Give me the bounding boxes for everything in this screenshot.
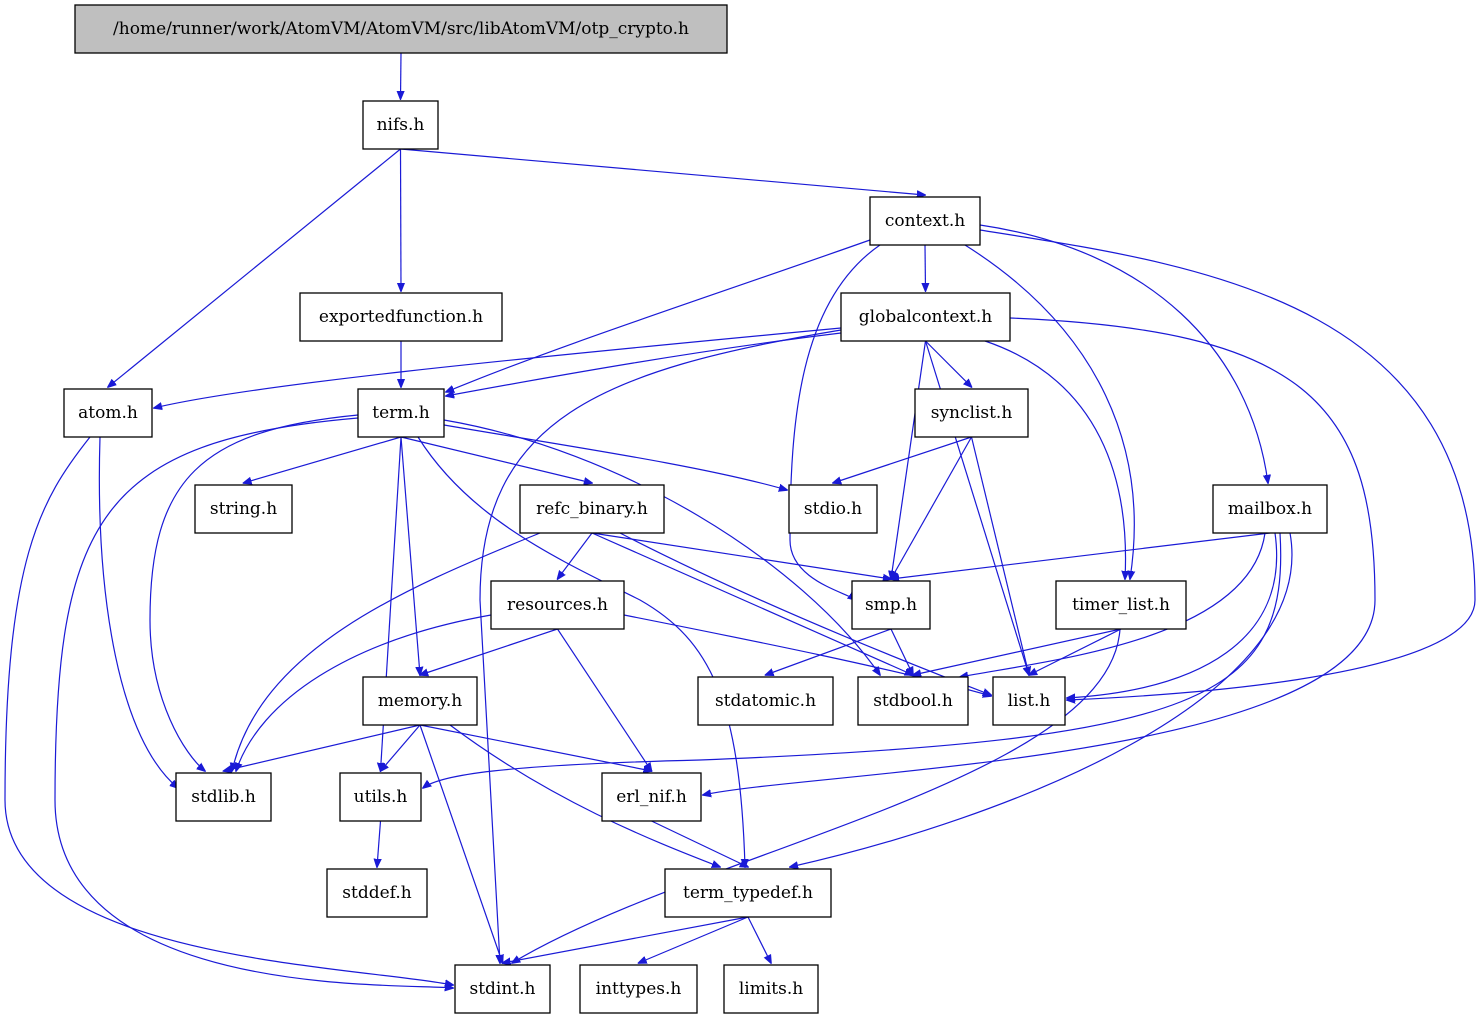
node-label: term_typedef.h [683, 883, 813, 903]
node-label: /home/runner/work/AtomVM/AtomVM/src/libA… [113, 19, 689, 39]
edge-timer_list-to-list [1029, 628, 1122, 675]
edge-resources-to-memory [420, 628, 558, 675]
edge-memory-to-utils [381, 724, 421, 771]
nodes: /home/runner/work/AtomVM/AtomVM/src/libA… [63, 4, 1328, 1014]
edge-term_typedef-to-stdint [503, 916, 749, 963]
edge-smp-to-stdbool [890, 628, 913, 675]
node-label: nifs.h [377, 115, 425, 135]
edge-refc_binary-to-resources [558, 532, 593, 579]
node-context[interactable]: context.h [869, 196, 981, 246]
node-stdlib[interactable]: stdlib.h [175, 772, 272, 822]
node-term[interactable]: term.h [357, 388, 445, 438]
edge-utils-to-stddef [377, 820, 381, 867]
node-stdbool[interactable]: stdbool.h [857, 676, 969, 726]
node-string[interactable]: string.h [194, 484, 293, 534]
node-label: stdio.h [804, 499, 862, 519]
edge-memory-to-erl_nif [419, 724, 652, 771]
node-exportedfunction[interactable]: exportedfunction.h [299, 292, 503, 342]
node-label: stdint.h [469, 979, 535, 999]
edge-globalcontext-to-term [446, 332, 842, 396]
node-label: globalcontext.h [859, 307, 992, 327]
edge-term-to-stdio [443, 424, 787, 490]
node-stdint[interactable]: stdint.h [454, 964, 551, 1014]
node-stddef[interactable]: stddef.h [326, 868, 428, 918]
node-stdio[interactable]: stdio.h [788, 484, 878, 534]
edge-globalcontext-to-smp [891, 340, 927, 579]
edge-refc_binary-to-stdlib [232, 532, 541, 771]
node-label: timer_list.h [1072, 595, 1170, 615]
node-label: context.h [885, 211, 965, 231]
edge-nifs-to-atom [108, 148, 401, 387]
node-smp[interactable]: smp.h [851, 580, 931, 630]
edge-memory-to-stdint [419, 724, 503, 963]
node-label: list.h [1008, 691, 1051, 711]
edge-root-to-nifs [401, 52, 402, 99]
edge-globalcontext-to-stdint [479, 329, 842, 963]
edge-term-to-string [244, 436, 402, 483]
include-dependency-graph: /home/runner/work/AtomVM/AtomVM/src/libA… [4, 4, 1476, 1014]
edge-term_typedef-to-limits [747, 916, 771, 963]
node-memory[interactable]: memory.h [362, 676, 478, 726]
edge-atom-to-stdlib [98, 436, 178, 788]
node-label: term.h [372, 403, 430, 423]
node-label: limits.h [739, 979, 803, 999]
edge-memory-to-stdlib [224, 724, 421, 771]
node-inttypes[interactable]: inttypes.h [579, 964, 698, 1014]
node-utils[interactable]: utils.h [339, 772, 422, 822]
node-label: stdlib.h [191, 787, 256, 807]
node-label: exportedfunction.h [319, 307, 483, 327]
edge-smp-to-stdatomic [766, 628, 892, 675]
edge-mailbox-to-utils [423, 532, 1282, 788]
edge-context-to-term [446, 239, 871, 392]
edge-nifs-to-context [400, 148, 926, 195]
node-list[interactable]: list.h [992, 676, 1066, 726]
node-synclist[interactable]: synclist.h [914, 388, 1029, 438]
node-limits[interactable]: limits.h [723, 964, 819, 1014]
node-label: string.h [210, 499, 277, 519]
node-label: refc_binary.h [536, 499, 648, 519]
edge-mailbox-to-smp [891, 532, 1271, 579]
edge-context-to-globalcontext [925, 244, 926, 291]
edge-globalcontext-to-timer_list [984, 340, 1126, 579]
node-label: atom.h [78, 403, 138, 423]
node-label: utils.h [354, 787, 408, 807]
node-label: synclist.h [931, 403, 1013, 423]
node-label: stdatomic.h [715, 691, 816, 711]
edge-erl_nif-to-term_typedef [651, 820, 749, 867]
edge-refc_binary-to-smp [591, 532, 891, 579]
edge-resources-to-erl_nif [556, 628, 652, 771]
node-resources[interactable]: resources.h [490, 580, 625, 630]
edge-term-to-memory [400, 436, 420, 675]
node-atom[interactable]: atom.h [63, 388, 153, 438]
node-stdatomic[interactable]: stdatomic.h [697, 676, 834, 726]
node-label: resources.h [507, 595, 608, 615]
node-label: memory.h [378, 691, 462, 711]
node-root[interactable]: /home/runner/work/AtomVM/AtomVM/src/libA… [74, 4, 728, 54]
node-erl-nif[interactable]: erl_nif.h [601, 772, 702, 822]
node-label: erl_nif.h [616, 787, 687, 807]
node-label: inttypes.h [596, 979, 682, 999]
node-timer-list[interactable]: timer_list.h [1055, 580, 1187, 630]
edge-synclist-to-smp [891, 436, 973, 579]
node-globalcontext[interactable]: globalcontext.h [840, 292, 1011, 342]
edge-nifs-to-exportedfunction [401, 148, 402, 291]
edge-synclist-to-list [970, 436, 1030, 675]
node-refc-binary[interactable]: refc_binary.h [519, 484, 665, 534]
node-nifs[interactable]: nifs.h [362, 100, 439, 150]
node-label: stddef.h [342, 883, 411, 903]
edge-refc_binary-to-list [619, 532, 991, 695]
edge-term-to-stdbool [443, 419, 880, 675]
node-term-typedef[interactable]: term_typedef.h [664, 868, 832, 918]
node-label: stdbool.h [873, 691, 953, 711]
edge-context-to-list [979, 229, 1476, 700]
edge-term_typedef-to-inttypes [639, 916, 749, 963]
node-mailbox[interactable]: mailbox.h [1212, 484, 1328, 534]
node-label: smp.h [865, 595, 917, 615]
edge-synclist-to-stdio [833, 436, 972, 483]
node-label: mailbox.h [1228, 499, 1312, 519]
edge-term-to-refc_binary [400, 436, 592, 483]
